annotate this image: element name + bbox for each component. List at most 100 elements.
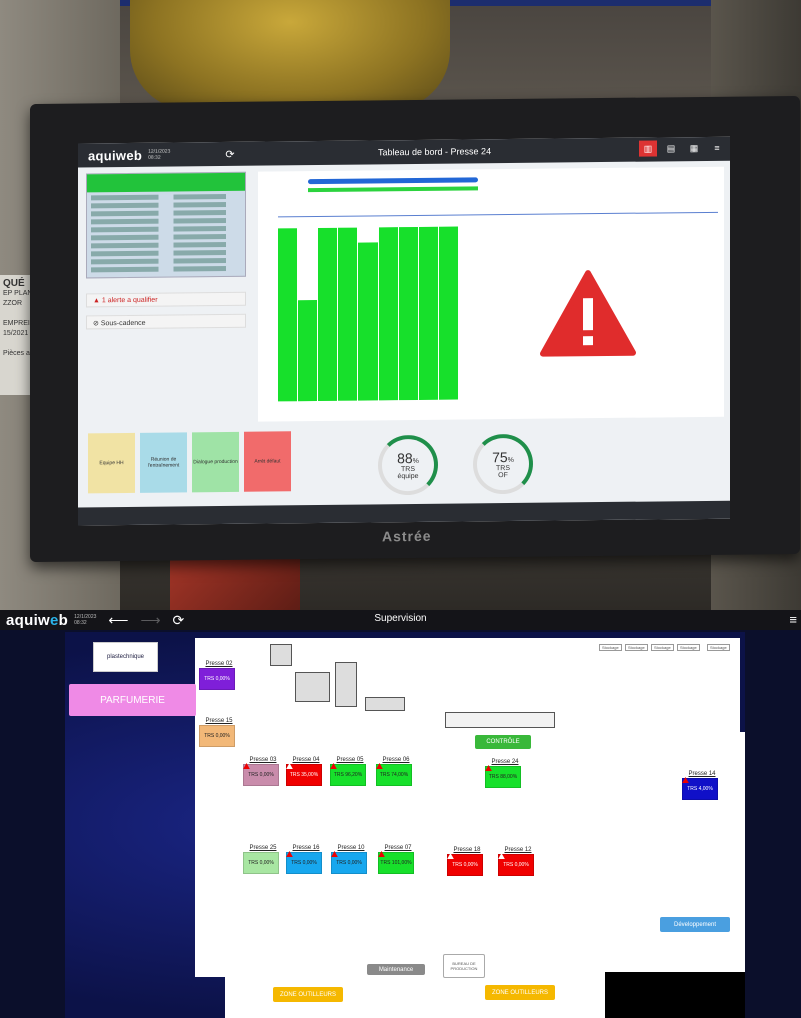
tile-arret[interactable]: Arrêt défaut <box>244 431 291 492</box>
chart-bars <box>278 220 458 402</box>
press-10[interactable]: Presse 10 TRS 0,00% <box>331 844 371 874</box>
plant-map: plastechnique PARFUMERIE Stockage Stocka… <box>65 632 745 1018</box>
zone-controle[interactable]: CONTRÔLE <box>475 735 531 749</box>
stockage-label: Stockage <box>625 644 648 651</box>
warning-icon <box>378 851 385 857</box>
zone-bureau-production[interactable]: BUREAU DE PRODUCTION <box>443 954 485 978</box>
target-line <box>278 211 718 218</box>
press-status: TRS 96,20% <box>330 763 366 786</box>
press-14[interactable]: Presse 14 TRS 4,00% <box>682 770 722 800</box>
press-trs: TRS 0,00% <box>204 733 230 739</box>
zone-maintenance[interactable]: Maintenance <box>367 964 425 975</box>
dashboard-footer <box>78 500 730 526</box>
supervision-app: aquiweb 12/1/2023 08:32 ⟵ ⟶ ⟳ Supervisio… <box>0 610 801 1018</box>
press-status: TRS 35,00% <box>286 763 322 786</box>
equipment-block <box>270 644 292 666</box>
press-07[interactable]: Presse 07 TRS 101,00% <box>378 844 418 874</box>
app-header: aquiweb 12/1/2023 08:32 ⟵ ⟶ ⟳ Supervisio… <box>0 610 801 630</box>
press-status: TRS 4,00% <box>682 777 718 800</box>
press-12[interactable]: Presse 12 TRS 0,00% <box>498 846 538 876</box>
gauge-value: 75 <box>492 449 508 466</box>
warning-icon <box>286 851 293 857</box>
gauge-sublabel: équipe <box>397 472 419 481</box>
press-03[interactable]: Presse 03 TRS 0,00% <box>243 756 283 786</box>
tile-dialogue[interactable]: Dialogue production <box>192 431 239 493</box>
press-status: TRS 0,00% <box>199 668 235 690</box>
status-banner <box>87 172 245 193</box>
tile-reunion[interactable]: Réunion de l'entraînement <box>140 432 187 493</box>
press-trs: TRS 0,00% <box>204 676 230 682</box>
press-04[interactable]: Presse 04 TRS 35,00% <box>286 756 326 786</box>
factory-photo: QUÉ EP PLAN ETT ZZOR EMPREINTE(S) 15/202… <box>0 0 801 610</box>
press-24[interactable]: Presse 24 TRS 88,00% <box>485 758 525 788</box>
press-name: Presse 15 <box>205 718 233 724</box>
press-status: TRS 0,00% <box>243 852 279 874</box>
press-name: Presse 25 <box>249 845 277 851</box>
press-trs: TRS 4,00% <box>687 786 713 792</box>
equipment-block <box>295 672 330 702</box>
press-25[interactable]: Presse 25 TRS 0,00% <box>243 844 283 874</box>
zone-developpement[interactable]: Développement <box>660 917 730 932</box>
performance-text: Sous-cadence <box>100 319 146 328</box>
warning-icon <box>376 763 383 769</box>
monitor-brand: Astrée <box>382 527 432 545</box>
press-status: TRS 101,00% <box>378 851 414 874</box>
press-trs: TRS 96,20% <box>333 772 363 778</box>
press-06[interactable]: Presse 06 TRS 74,00% <box>376 756 416 786</box>
press-18[interactable]: Presse 18 TRS 0,00% <box>447 846 487 876</box>
press-status: TRS 0,00% <box>199 725 235 747</box>
dashboard-toolbar: ▥ ▤ ▦ ≡ <box>639 140 726 157</box>
warning-icon <box>447 853 454 859</box>
press-16[interactable]: Presse 16 TRS 0,00% <box>286 844 326 874</box>
equipment-block <box>365 697 405 711</box>
warning-icon <box>485 765 492 771</box>
calendar-icon[interactable]: ▦ <box>685 140 703 156</box>
press-trs: TRS 101,00% <box>380 860 412 866</box>
warning-icon <box>682 777 689 783</box>
press-status: TRS 0,00% <box>447 853 483 876</box>
press-trs: TRS 0,00% <box>452 862 478 868</box>
gauge-unit: % <box>507 456 514 465</box>
menu-icon[interactable]: ≡ <box>789 612 797 627</box>
press-trs: TRS 0,00% <box>336 860 362 866</box>
warning-icon <box>243 763 250 769</box>
stockage-label: Stockage <box>707 644 730 651</box>
press-name: Presse 02 <box>205 661 233 667</box>
action-tiles: Equipe HH Réunion de l'entraînement Dial… <box>88 431 291 494</box>
press-05[interactable]: Presse 05 TRS 96,20% <box>330 756 370 786</box>
sticker-line: ZZOR <box>3 300 23 307</box>
press-status: TRS 0,00% <box>498 853 534 876</box>
tile-equipe[interactable]: Equipe HH <box>88 432 135 494</box>
alert-row[interactable]: ▲ 1 alerte a qualifier <box>86 291 246 308</box>
black-corner <box>605 972 745 1018</box>
press-trs: TRS 0,00% <box>291 860 317 866</box>
dashboard-date: 12/1/2023 08:32 <box>148 149 170 161</box>
equipment-block <box>445 712 555 728</box>
press-15[interactable]: Presse 15 TRS 0,00% <box>199 717 239 747</box>
stockage-label: Stockage <box>599 644 622 651</box>
menu-icon[interactable]: ≡ <box>708 140 726 156</box>
press-status: TRS 74,00% <box>376 763 412 786</box>
gauge-value: 88 <box>397 450 413 467</box>
chart-icon[interactable]: ▥ <box>639 140 657 157</box>
press-trs: TRS 0,00% <box>248 772 274 778</box>
performance-row[interactable]: ⊘ Sous-cadence <box>86 313 246 330</box>
dashboard-logo: aquiweb <box>88 147 143 163</box>
press-status: TRS 0,00% <box>331 851 367 874</box>
sticker-line: 15/2021 <box>3 330 29 337</box>
refresh-icon[interactable]: ⟳ <box>225 147 234 160</box>
trs-equipe-gauge: 88% TRS équipe <box>378 434 438 496</box>
trs-of-gauge: 75% TRS OF <box>473 433 533 495</box>
press-status: TRS 0,00% <box>243 763 279 786</box>
zone-parfumerie[interactable]: PARFUMERIE <box>69 684 196 716</box>
list-icon[interactable]: ▤ <box>662 140 680 156</box>
zone-outilleurs[interactable]: ZONE OUTILLEURS <box>485 985 555 1000</box>
zone-outilleurs[interactable]: ZONE OUTILLEURS <box>273 987 343 1002</box>
company-logo: plastechnique <box>93 642 158 672</box>
press-trs: TRS 0,00% <box>503 862 529 868</box>
gauge-unit: % <box>412 457 419 466</box>
warning-icon <box>330 763 337 769</box>
app-title: Supervision <box>374 613 427 624</box>
press-02[interactable]: Presse 02 TRS 0,00% <box>199 660 239 690</box>
warning-icon <box>540 270 636 357</box>
